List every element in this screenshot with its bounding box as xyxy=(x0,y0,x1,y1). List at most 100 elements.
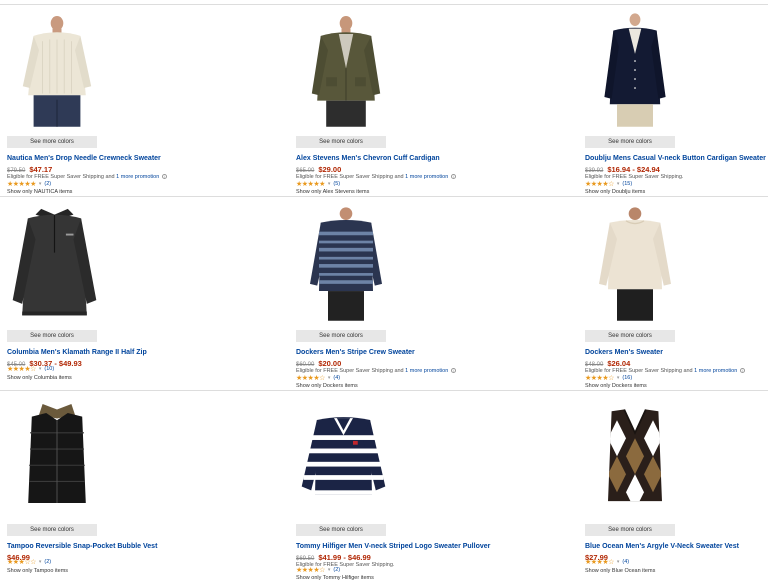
rating-row: ★★★★☆ ▾ (4) xyxy=(296,374,340,382)
product-title-link[interactable]: Tommy Hilfiger Men V-neck Striped Logo S… xyxy=(296,543,490,550)
info-icon[interactable]: i xyxy=(739,368,745,374)
review-count-link[interactable]: (2) xyxy=(44,559,51,565)
product-card: See more colors Blue Ocean Men's Argyle … xyxy=(585,396,768,583)
product-card: See more colors Dockers Men's Stripe Cre… xyxy=(296,202,576,392)
chevron-down-icon[interactable]: ▾ xyxy=(39,559,42,565)
promotion-link[interactable]: 1 more promotion xyxy=(405,368,448,374)
product-image[interactable] xyxy=(7,202,102,327)
see-more-colors-button[interactable]: See more colors xyxy=(585,524,675,536)
star-rating-icon[interactable]: ★★★☆☆ xyxy=(7,558,36,566)
review-count-link[interactable]: (15) xyxy=(622,181,632,187)
rating-row: ★★★★☆ ▾ (10) xyxy=(7,365,54,373)
product-image[interactable] xyxy=(590,8,680,133)
show-only-brand-link[interactable]: Show only Dockers items xyxy=(296,383,358,389)
star-rating-icon[interactable]: ★★★★☆ xyxy=(296,374,325,382)
chevron-down-icon[interactable]: ▾ xyxy=(328,375,331,381)
product-title-link[interactable]: Dockers Men's Sweater xyxy=(585,349,663,356)
chevron-down-icon[interactable]: ▾ xyxy=(39,366,42,372)
promotion-link[interactable]: 1 more promotion xyxy=(405,174,448,180)
sale-price: $16.94 - $24.94 xyxy=(607,165,660,174)
show-only-brand-link[interactable]: Show only NAUTICA items xyxy=(7,189,72,195)
product-card: See more colors Doublju Mens Casual V-ne… xyxy=(585,8,768,198)
product-title-link[interactable]: Alex Stevens Men's Chevron Cuff Cardigan xyxy=(296,155,440,162)
sale-price: $20.00 xyxy=(318,359,342,368)
sale-price: $26.04 xyxy=(607,359,631,368)
product-card: See more colors Dockers Men's Sweater $4… xyxy=(585,202,768,392)
info-icon[interactable]: i xyxy=(450,368,456,374)
show-only-brand-link[interactable]: Show only Blue Ocean items xyxy=(585,568,655,574)
rating-row: ★★★★★ ▾ (2) xyxy=(7,180,51,188)
rating-row: ★★★★★ ▾ (5) xyxy=(296,180,340,188)
review-count-link[interactable]: (2) xyxy=(333,567,340,573)
show-only-brand-link[interactable]: Show only Columbia items xyxy=(7,375,72,381)
product-image[interactable] xyxy=(12,8,102,133)
see-more-colors-button[interactable]: See more colors xyxy=(7,524,97,536)
price-line: $79.50 $47.17 xyxy=(7,165,52,174)
star-rating-icon[interactable]: ★★★★☆ xyxy=(585,374,614,382)
product-image[interactable] xyxy=(590,396,680,521)
star-rating-icon[interactable]: ★★★★☆ xyxy=(585,180,614,188)
rating-row: ★★★☆☆ ▾ (2) xyxy=(7,558,51,566)
product-title-link[interactable]: Nautica Men's Drop Needle Crewneck Sweat… xyxy=(7,155,161,162)
chevron-down-icon[interactable]: ▾ xyxy=(328,567,331,573)
show-only-brand-link[interactable]: Show only Doublju items xyxy=(585,189,645,195)
product-image[interactable] xyxy=(301,8,391,133)
sale-price: $47.17 xyxy=(29,165,53,174)
see-more-colors-button[interactable]: See more colors xyxy=(296,330,386,342)
star-rating-icon[interactable]: ★★★★☆ xyxy=(585,558,614,566)
product-title-link[interactable]: Doublju Mens Casual V-neck Button Cardig… xyxy=(585,155,766,162)
see-more-colors-button[interactable]: See more colors xyxy=(585,330,675,342)
chevron-down-icon[interactable]: ▾ xyxy=(617,375,620,381)
star-rating-icon[interactable]: ★★★★★ xyxy=(7,180,36,188)
show-only-brand-link[interactable]: Show only Tampoo items xyxy=(7,568,68,574)
rating-row: ★★★★☆ ▾ (4) xyxy=(585,558,629,566)
product-title-link[interactable]: Blue Ocean Men's Argyle V-Neck Sweater V… xyxy=(585,543,739,550)
star-rating-icon[interactable]: ★★★★☆ xyxy=(296,566,325,574)
sale-price: $29.00 xyxy=(318,165,342,174)
product-image[interactable] xyxy=(301,202,391,327)
price-line: $39.92 $16.94 - $24.94 xyxy=(585,165,660,174)
product-card: See more colors Alex Stevens Men's Chevr… xyxy=(296,8,576,198)
chevron-down-icon[interactable]: ▾ xyxy=(617,181,620,187)
product-card: See more colors Tampoo Reversible Snap-P… xyxy=(7,396,287,583)
product-title-link[interactable]: Columbia Men's Klamath Range II Half Zip xyxy=(7,349,147,356)
see-more-colors-button[interactable]: See more colors xyxy=(7,136,97,148)
product-card: See more colors Nautica Men's Drop Needl… xyxy=(7,8,287,198)
star-rating-icon[interactable]: ★★★★★ xyxy=(296,180,325,188)
review-count-link[interactable]: (4) xyxy=(622,559,629,565)
see-more-colors-button[interactable]: See more colors xyxy=(585,136,675,148)
review-count-link[interactable]: (2) xyxy=(44,181,51,187)
star-rating-icon[interactable]: ★★★★☆ xyxy=(7,365,36,373)
show-only-brand-link[interactable]: Show only Tommy Hilfiger items xyxy=(296,575,374,581)
review-count-link[interactable]: (10) xyxy=(44,366,54,372)
product-title-link[interactable]: Tampoo Reversible Snap-Pocket Bubble Ves… xyxy=(7,543,157,550)
rating-row: ★★★★☆ ▾ (16) xyxy=(585,374,632,382)
see-more-colors-button[interactable]: See more colors xyxy=(296,136,386,148)
product-image[interactable] xyxy=(12,396,102,521)
chevron-down-icon[interactable]: ▾ xyxy=(39,181,42,187)
product-title-link[interactable]: Dockers Men's Stripe Crew Sweater xyxy=(296,349,415,356)
review-count-link[interactable]: (16) xyxy=(622,375,632,381)
price-line: $69.50 $41.99 - $46.99 xyxy=(296,553,371,562)
price-line: $48.00 $26.04 xyxy=(585,359,630,368)
sale-price: $41.99 - $46.99 xyxy=(318,553,371,562)
review-count-link[interactable]: (4) xyxy=(333,375,340,381)
promotion-link[interactable]: 1 more promotion xyxy=(116,174,159,180)
show-only-brand-link[interactable]: Show only Alex Stevens items xyxy=(296,189,369,195)
info-icon[interactable]: i xyxy=(450,174,456,180)
product-image[interactable] xyxy=(296,396,391,521)
product-image[interactable] xyxy=(590,202,680,327)
promotion-link[interactable]: 1 more promotion xyxy=(694,368,737,374)
chevron-down-icon[interactable]: ▾ xyxy=(328,181,331,187)
show-only-brand-link[interactable]: Show only Dockers items xyxy=(585,383,647,389)
see-more-colors-button[interactable]: See more colors xyxy=(7,330,97,342)
info-icon[interactable]: i xyxy=(161,174,167,180)
rating-row: ★★★★☆ ▾ (2) xyxy=(296,566,340,574)
price-line: $60.00 $20.00 xyxy=(296,359,341,368)
see-more-colors-button[interactable]: See more colors xyxy=(296,524,386,536)
review-count-link[interactable]: (5) xyxy=(333,181,340,187)
rating-row: ★★★★☆ ▾ (15) xyxy=(585,180,632,188)
product-card: See more colors Tommy Hilfiger Men V-nec… xyxy=(296,396,576,583)
chevron-down-icon[interactable]: ▾ xyxy=(617,559,620,565)
top-divider xyxy=(0,4,768,5)
